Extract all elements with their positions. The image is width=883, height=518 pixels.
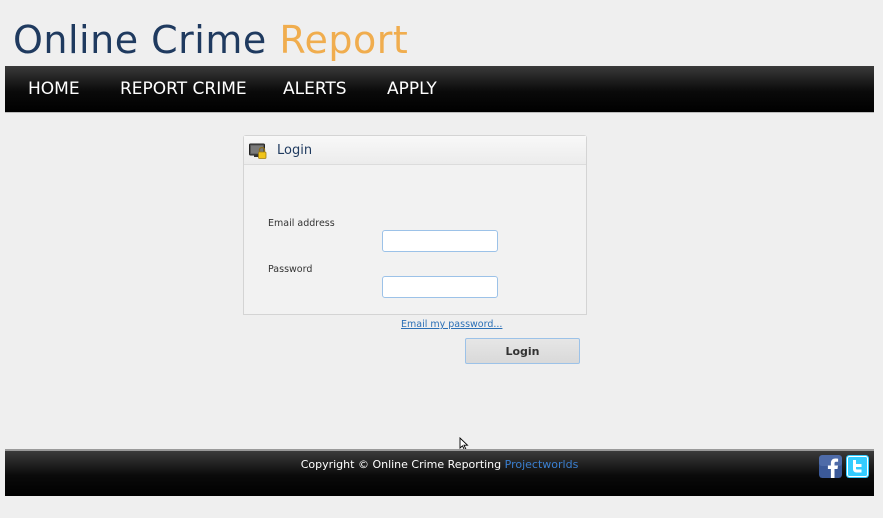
site-title: Online Crime Report bbox=[13, 16, 408, 64]
site-title-accent: Report bbox=[279, 18, 409, 62]
login-title: Login bbox=[277, 143, 313, 158]
login-button[interactable]: Login bbox=[465, 338, 580, 364]
email-password-link[interactable]: Email my password... bbox=[401, 319, 502, 330]
brand-link[interactable]: Projectworlds bbox=[505, 458, 579, 471]
login-panel-header: Login bbox=[244, 136, 586, 165]
password-label: Password bbox=[268, 264, 313, 275]
nav-item-alerts[interactable]: ALERTS bbox=[283, 66, 347, 112]
nav-item-apply[interactable]: APPLY bbox=[387, 66, 437, 112]
footer: Copyright © Online Crime Reporting Proje… bbox=[5, 449, 874, 496]
copyright-label: Copyright © Online Crime Reporting bbox=[300, 458, 502, 471]
nav-item-home[interactable]: HOME bbox=[28, 66, 80, 112]
login-panel: Login Email address Password bbox=[243, 135, 587, 315]
facebook-icon[interactable] bbox=[819, 455, 842, 478]
copyright-text: Copyright © Online Crime Reporting Proje… bbox=[5, 458, 874, 471]
email-label: Email address bbox=[268, 218, 335, 229]
lock-icon bbox=[249, 143, 267, 159]
main-navbar: HOME REPORT CRIME ALERTS APPLY bbox=[5, 66, 874, 113]
site-title-main: Online Crime bbox=[13, 18, 267, 62]
email-field[interactable] bbox=[382, 230, 498, 252]
twitter-icon[interactable] bbox=[846, 455, 869, 478]
nav-item-report-crime[interactable]: REPORT CRIME bbox=[120, 66, 247, 112]
password-field[interactable] bbox=[382, 276, 498, 298]
